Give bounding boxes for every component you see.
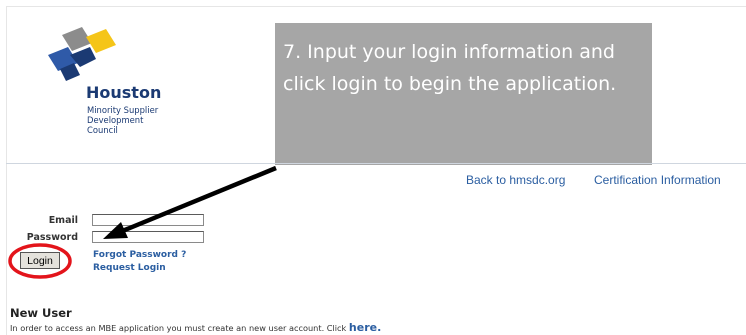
new-user-here-link[interactable]: here. — [349, 321, 381, 334]
logo-subtitle-line2: Development Council — [87, 115, 144, 135]
password-field[interactable] — [92, 231, 204, 243]
nav-link-certification[interactable]: Certification Information — [594, 173, 721, 187]
login-button[interactable]: Login — [20, 252, 60, 269]
hmsdc-logo[interactable]: Houston Minority Supplier Development Co… — [44, 25, 174, 135]
logo-title: Houston — [86, 83, 162, 102]
logo-subtitle-line1: Minority Supplier — [87, 105, 159, 115]
password-label: Password — [26, 232, 78, 243]
email-field[interactable] — [92, 214, 204, 226]
callout-text: 7. Input your login information and clic… — [283, 41, 617, 95]
nav-link-home[interactable]: Back to hmsdc.org — [466, 173, 565, 187]
request-login-link[interactable]: Request Login — [93, 263, 166, 273]
instruction-callout: 7. Input your login information and clic… — [275, 23, 652, 165]
header-divider — [6, 163, 746, 164]
new-user-description: In order to access an MBE application yo… — [10, 323, 349, 333]
email-label: Email — [48, 215, 78, 226]
new-user-text: In order to access an MBE application yo… — [10, 321, 381, 334]
logo-subtitle: Minority Supplier Development Council — [87, 105, 174, 135]
new-user-heading: New User — [10, 306, 72, 320]
forgot-password-link[interactable]: Forgot Password ? — [93, 250, 186, 260]
logo-mark-icon — [48, 27, 116, 81]
